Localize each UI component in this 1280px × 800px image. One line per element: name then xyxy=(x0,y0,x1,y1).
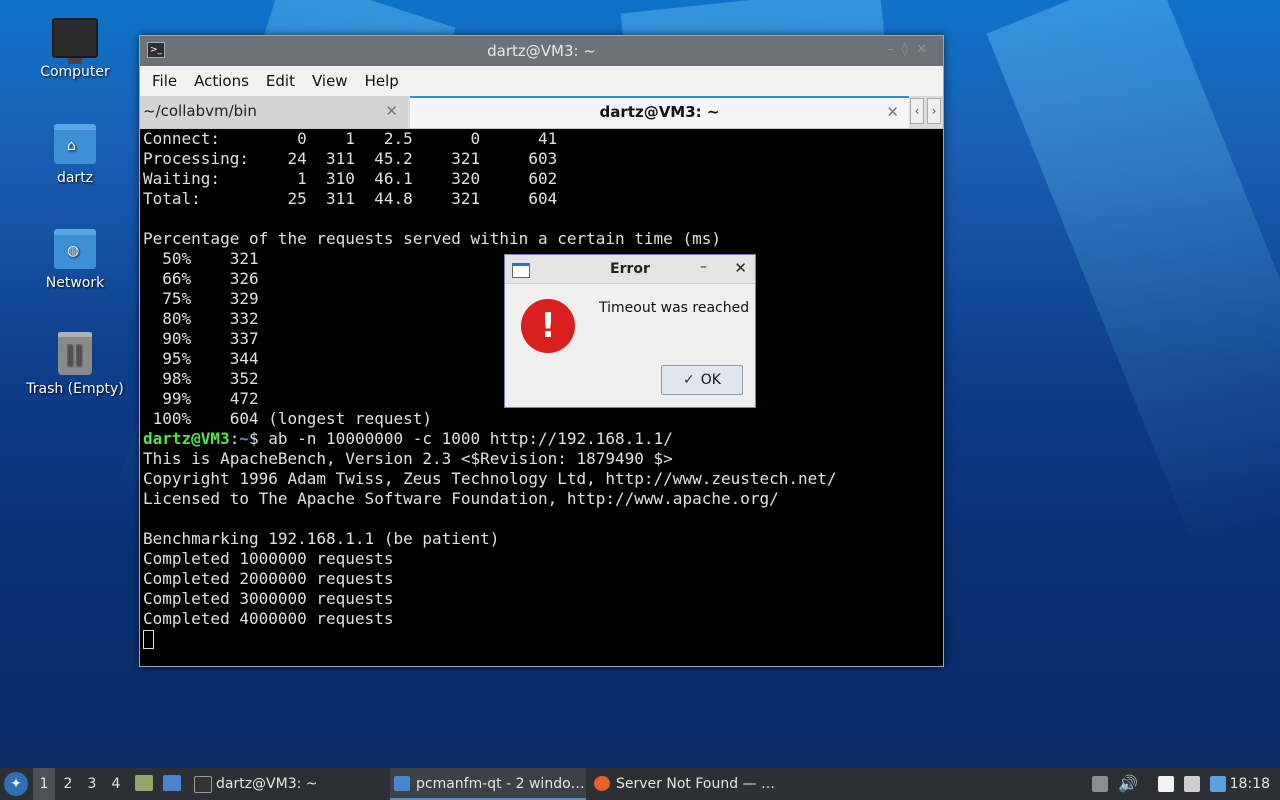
terminal-line: Benchmarking 192.168.1.1 (be patient) xyxy=(143,529,500,548)
file-manager-launcher-icon[interactable] xyxy=(135,775,153,791)
desktop-icon-label: dartz xyxy=(56,170,94,186)
workspace-1[interactable]: 1 xyxy=(33,768,55,800)
menu-actions[interactable]: Actions xyxy=(187,72,256,90)
dialog-message: Timeout was reached xyxy=(599,300,750,316)
terminal-line: Processing: 24 311 45.2 321 603 xyxy=(143,149,558,168)
firefox-icon xyxy=(594,776,610,791)
prompt-separator: : xyxy=(229,429,240,448)
tab-label: dartz@VM3: ~ xyxy=(599,103,720,121)
menu-edit[interactable]: Edit xyxy=(259,72,302,90)
prompt-path: ~ xyxy=(239,429,249,448)
prompt-command: ab -n 10000000 -c 1000 http://192.168.1.… xyxy=(268,429,673,448)
network-icon[interactable] xyxy=(1184,776,1200,792)
terminal-line: Licensed to The Apache Software Foundati… xyxy=(143,489,779,508)
tab-home[interactable]: dartz@VM3: ~ ✕ xyxy=(410,96,909,128)
task-pcmanfm[interactable]: pcmanfm-qt - 2 windo… xyxy=(390,768,586,800)
close-tab-icon[interactable]: ✕ xyxy=(385,96,398,126)
close-tab-icon[interactable]: ✕ xyxy=(886,98,899,126)
terminal-line: Copyright 1996 Adam Twiss, Zeus Technolo… xyxy=(143,469,837,488)
cursor-line xyxy=(143,629,940,649)
tray-expand-icon[interactable] xyxy=(1092,776,1108,792)
workspace-3[interactable]: 3 xyxy=(81,768,103,800)
workspace-4[interactable]: 4 xyxy=(105,768,127,800)
error-icon: ! xyxy=(521,299,575,353)
terminal-line: Total: 25 311 44.8 321 604 xyxy=(143,189,558,208)
workspace-2[interactable]: 2 xyxy=(57,768,79,800)
tab-scroll-right-icon[interactable]: › xyxy=(927,98,941,124)
task-firefox[interactable]: Server Not Found — … xyxy=(590,768,816,800)
tab-bar: ~/collabvm/bin ✕ dartz@VM3: ~ ✕ ‹ › xyxy=(140,96,943,129)
home-folder-icon: ⌂ xyxy=(54,124,96,164)
terminal-line: Completed 4000000 requests xyxy=(143,609,394,628)
window-controls[interactable]: –◊✕ xyxy=(887,42,935,57)
tab-collabvm-bin[interactable]: ~/collabvm/bin ✕ xyxy=(140,96,408,128)
close-icon[interactable]: ✕ xyxy=(734,259,747,277)
background-ray xyxy=(986,0,1280,553)
desktop-icon-label: Network xyxy=(45,275,105,291)
terminal-task-icon xyxy=(194,776,212,793)
task-label: Server Not Found — … xyxy=(616,776,775,792)
tab-label: ~/collabvm/bin xyxy=(143,102,257,120)
taskbar: ✦ 1 2 3 4 dartz@VM3: ~ pcmanfm-qt - 2 wi… xyxy=(0,768,1280,800)
terminal-cursor xyxy=(143,630,154,649)
menu-file[interactable]: File xyxy=(145,72,184,90)
tab-scroll-left-icon[interactable]: ‹ xyxy=(910,98,924,124)
terminal-line: Waiting: 1 310 46.1 320 602 xyxy=(143,169,558,188)
update-notifier-icon[interactable] xyxy=(1210,776,1226,792)
task-label: pcmanfm-qt - 2 windo… xyxy=(416,776,585,792)
minimize-icon[interactable]: – xyxy=(700,259,707,275)
tab-scroll-buttons: ‹ › xyxy=(910,98,941,124)
checkmark-icon: ✓ xyxy=(683,372,695,388)
task-terminal[interactable]: dartz@VM3: ~ xyxy=(190,768,411,800)
ok-label: OK xyxy=(700,372,721,388)
terminal-line: Connect: 0 1 2.5 0 41 xyxy=(143,129,558,148)
dialog-titlebar[interactable]: Error – ✕ xyxy=(505,255,755,284)
error-dialog[interactable]: Error – ✕ ! Timeout was reached ✓ OK xyxy=(504,254,756,408)
window-title: dartz@VM3: ~ xyxy=(487,42,596,60)
menu-view[interactable]: View xyxy=(305,72,355,90)
desktop-icon-label: Trash (Empty) xyxy=(26,381,124,397)
terminal-line: Percentage of the requests served within… xyxy=(143,229,721,248)
terminal-line: 100% 604 (longest request) xyxy=(143,409,432,428)
clipboard-icon[interactable] xyxy=(1158,776,1174,792)
start-menu-icon[interactable]: ✦ xyxy=(4,772,28,796)
desktop-icon-label: Computer xyxy=(40,64,110,80)
task-label: dartz@VM3: ~ xyxy=(216,776,318,792)
clock[interactable]: 18:18 xyxy=(1230,768,1270,800)
window-titlebar[interactable]: >_ dartz@VM3: ~ –◊✕ xyxy=(140,36,943,66)
prompt-line: dartz@VM3:~$ ab -n 10000000 -c 1000 http… xyxy=(143,429,940,449)
dialog-title: Error xyxy=(610,261,650,277)
terminal-line: Completed 1000000 requests xyxy=(143,549,394,568)
folder-task-icon xyxy=(394,776,410,791)
network-folder-icon: ◍ xyxy=(54,229,96,269)
desktop-icon-home[interactable]: ⌂ dartz xyxy=(20,124,130,186)
ok-button[interactable]: ✓ OK xyxy=(661,365,743,395)
trash-icon xyxy=(58,332,92,375)
desktop-icon-network[interactable]: ◍ Network xyxy=(20,229,130,291)
terminal-line: This is ApacheBench, Version 2.3 <$Revis… xyxy=(143,449,673,468)
menu-help[interactable]: Help xyxy=(358,72,406,90)
volume-icon[interactable]: 🔊 xyxy=(1118,768,1138,800)
desktop-icon-trash[interactable]: Trash (Empty) xyxy=(20,332,130,397)
desktop-icon-computer[interactable]: Computer xyxy=(20,18,130,80)
show-desktop-icon[interactable] xyxy=(163,775,181,791)
prompt-user: dartz@VM3 xyxy=(143,429,230,448)
menu-bar: File Actions Edit View Help xyxy=(140,66,943,96)
terminal-line: Completed 2000000 requests xyxy=(143,569,394,588)
computer-icon xyxy=(52,18,98,64)
terminal-line: Completed 3000000 requests xyxy=(143,589,394,608)
prompt-symbol: $ xyxy=(248,429,269,448)
